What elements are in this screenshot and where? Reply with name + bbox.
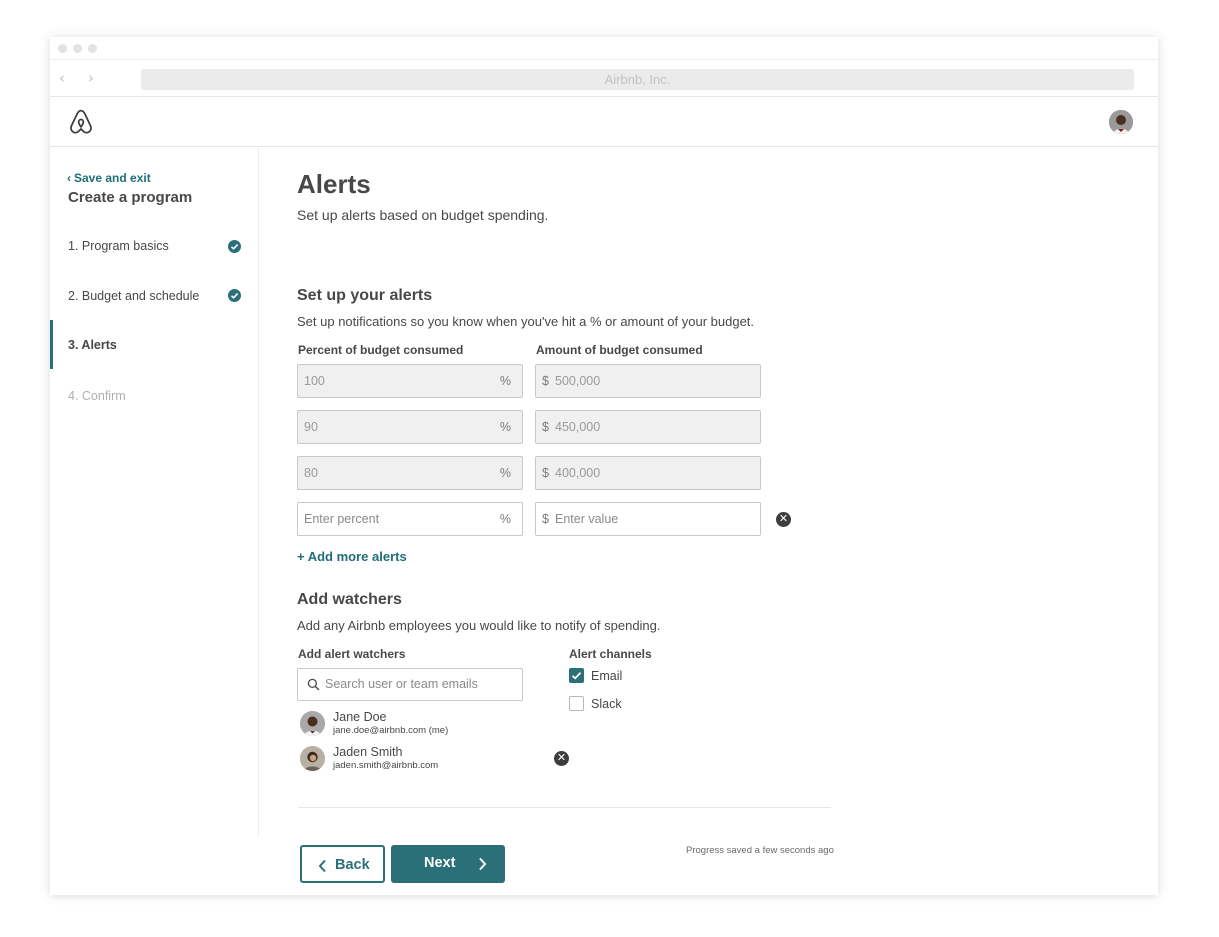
percent-value: 90 — [304, 420, 318, 434]
amount-input[interactable]: $ 450,000 — [535, 410, 761, 444]
progress-saved-note: Progress saved a few seconds ago — [686, 845, 834, 856]
watcher-email: jane.doe@airbnb.com (me) — [333, 725, 449, 736]
browser-window: ‹ › Airbnb, Inc. ‹ Save and exit Create a… — [50, 37, 1158, 895]
footer-divider — [298, 807, 831, 808]
percent-suffix: % — [499, 420, 511, 434]
watchers-section-title: Add watchers — [297, 591, 402, 608]
user-avatar[interactable] — [1109, 110, 1133, 134]
save-and-exit-label: Save and exit — [74, 171, 151, 185]
browser-toolbar: ‹ › Airbnb, Inc. — [50, 60, 1158, 97]
currency-prefix: $ — [542, 420, 549, 434]
alerts-section-description: Set up notifications so you know when yo… — [297, 314, 755, 329]
amount-input[interactable]: $ 400,000 — [535, 456, 761, 490]
slack-channel-label: Slack — [591, 697, 622, 711]
sidebar-title: Create a program — [68, 189, 193, 206]
step-program-basics[interactable]: 1. Program basics — [68, 239, 169, 253]
step-budget-and-schedule[interactable]: 2. Budget and schedule — [68, 289, 199, 303]
percent-input[interactable]: 90 % — [297, 410, 523, 444]
amount-value: 400,000 — [555, 466, 601, 480]
percent-suffix: % — [499, 466, 511, 480]
currency-prefix: $ — [542, 374, 549, 388]
amount-placeholder: Enter value — [555, 512, 619, 526]
alerts-section-title: Set up your alerts — [297, 287, 433, 304]
back-button-label: Back — [335, 857, 370, 873]
step-completed-check-icon — [228, 289, 241, 302]
amount-value: 500,000 — [555, 374, 601, 388]
back-button[interactable]: Back — [300, 845, 385, 883]
percent-suffix: % — [499, 374, 511, 388]
amount-column-header: Amount of budget consumed — [536, 343, 703, 357]
percent-value: 80 — [304, 466, 318, 480]
avatar — [300, 746, 325, 771]
watcher-item: Jaden Smith jaden.smith@airbnb.com — [300, 745, 520, 775]
percent-column-header: Percent of budget consumed — [298, 343, 464, 357]
step-completed-check-icon — [228, 240, 241, 253]
window-close-dot[interactable] — [58, 44, 67, 53]
save-and-exit-link[interactable]: ‹ Save and exit — [67, 171, 151, 185]
remove-watcher-icon[interactable]: ✕ — [554, 751, 569, 766]
steps-sidebar: ‹ Save and exit Create a program 1. Progr… — [50, 147, 259, 837]
app-header — [50, 97, 1158, 147]
check-icon — [571, 672, 582, 680]
avatar — [300, 711, 325, 736]
alert-channels-label: Alert channels — [569, 647, 652, 661]
currency-prefix: $ — [542, 512, 549, 526]
amount-value: 450,000 — [555, 420, 601, 434]
percent-input[interactable]: 100 % — [297, 364, 523, 398]
currency-prefix: $ — [542, 466, 549, 480]
watcher-search-input[interactable]: Search user or team emails — [297, 668, 523, 701]
remove-alert-icon[interactable]: ✕ — [776, 512, 791, 527]
amount-input[interactable]: $ 500,000 — [535, 364, 761, 398]
window-maximize-dot[interactable] — [88, 44, 97, 53]
page-subtitle: Set up alerts based on budget spending. — [297, 207, 549, 223]
address-bar[interactable]: Airbnb, Inc. — [141, 69, 1134, 90]
page-title: Alerts — [297, 169, 371, 199]
percent-value: 100 — [304, 374, 325, 388]
chevron-left-icon: ‹ — [67, 171, 71, 185]
watcher-name: Jaden Smith — [333, 745, 403, 759]
slack-channel-checkbox[interactable] — [569, 696, 584, 711]
percent-input[interactable]: 80 % — [297, 456, 523, 490]
watchers-section-description: Add any Airbnb employees you would like … — [297, 618, 661, 633]
forward-arrow-icon[interactable]: › — [88, 69, 94, 87]
amount-input[interactable]: $ Enter value — [535, 502, 761, 536]
chevron-right-icon — [479, 857, 487, 871]
watcher-item: Jane Doe jane.doe@airbnb.com (me) — [300, 710, 520, 740]
window-minimize-dot[interactable] — [73, 44, 82, 53]
watcher-email: jaden.smith@airbnb.com — [333, 760, 439, 771]
search-placeholder: Search user or team emails — [325, 677, 478, 691]
window-titlebar — [50, 37, 1158, 60]
add-more-alerts-link[interactable]: + Add more alerts — [297, 549, 407, 564]
next-button[interactable]: Next — [391, 845, 505, 883]
email-channel-checkbox[interactable] — [569, 668, 584, 683]
email-channel-label: Email — [591, 669, 623, 683]
alert-watchers-label: Add alert watchers — [298, 647, 406, 661]
search-icon — [307, 678, 320, 691]
watcher-name: Jane Doe — [333, 710, 387, 724]
airbnb-logo-icon[interactable] — [67, 108, 95, 136]
back-arrow-icon[interactable]: ‹ — [59, 69, 65, 87]
next-button-label: Next — [424, 855, 456, 871]
percent-suffix: % — [499, 512, 511, 526]
step-alerts[interactable]: 3. Alerts — [68, 338, 117, 352]
step-confirm: 4. Confirm — [68, 389, 126, 403]
percent-placeholder: Enter percent — [304, 512, 380, 526]
active-step-indicator — [50, 320, 53, 369]
chevron-left-icon — [318, 859, 326, 873]
percent-input[interactable]: Enter percent % — [297, 502, 523, 536]
